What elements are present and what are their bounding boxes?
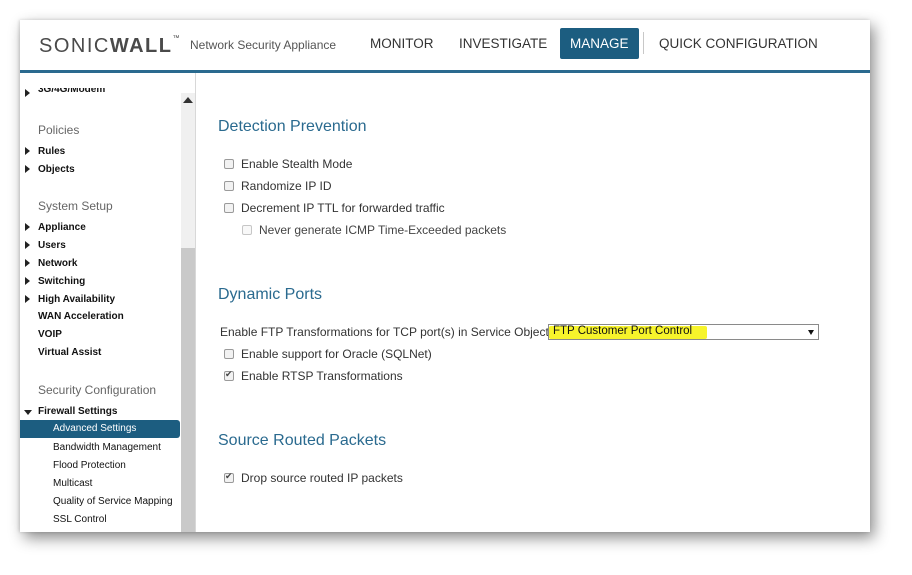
sidebar-item-bandwidth-management[interactable]: Bandwidth Management xyxy=(53,442,161,453)
section-title-detection-prevention: Detection Prevention xyxy=(218,118,367,135)
chevron-down-icon[interactable] xyxy=(808,330,814,335)
label-ftp-transformations: Enable FTP Transformations for TCP port(… xyxy=(220,325,553,339)
app-window: SONICWALL™ Network Security Appliance MO… xyxy=(20,20,870,532)
checkbox-oracle-sqlnet[interactable] xyxy=(224,349,234,359)
label-drop-source-routed: Drop source routed IP packets xyxy=(241,471,403,485)
sidebar-item-rules[interactable]: Rules xyxy=(38,146,65,157)
sidebar-item-network[interactable]: Network xyxy=(38,258,77,269)
sidebar-item-advanced-settings[interactable]: Advanced Settings xyxy=(20,420,180,438)
logo-trademark: ™ xyxy=(172,35,180,42)
sidebar-item-objects[interactable]: Objects xyxy=(38,164,75,175)
ftp-service-object-select[interactable]: FTP Customer Port Control xyxy=(548,324,819,340)
expand-arrow-icon[interactable] xyxy=(25,165,30,173)
collapse-arrow-icon[interactable] xyxy=(24,410,32,415)
nav-divider xyxy=(643,32,644,54)
product-subtitle: Network Security Appliance xyxy=(190,38,337,52)
sidebar-item-flood-protection[interactable]: Flood Protection xyxy=(53,460,126,471)
sidebar-item-multicast[interactable]: Multicast xyxy=(53,478,92,489)
label-enable-stealth-mode: Enable Stealth Mode xyxy=(241,157,353,171)
checkbox-never-generate-icmp[interactable] xyxy=(242,225,252,235)
expand-arrow-icon[interactable] xyxy=(25,147,30,155)
section-title-source-routed-packets: Source Routed Packets xyxy=(218,432,387,449)
top-navigation-bar: SONICWALL™ Network Security Appliance MO… xyxy=(20,20,870,73)
sidebar-heading-security-configuration: Security Configuration xyxy=(38,383,157,397)
sidebar-heading-policies: Policies xyxy=(38,123,80,137)
expand-arrow-icon[interactable] xyxy=(25,295,30,303)
nav-quick-configuration[interactable]: QUICK CONFIGURATION xyxy=(649,28,828,59)
sidebar-item-virtual-assist[interactable]: Virtual Assist xyxy=(38,347,101,358)
logo-prefix: SONIC xyxy=(39,35,110,57)
sidebar-heading-system-setup: System Setup xyxy=(38,199,113,213)
sidebar-item-high-availability[interactable]: High Availability xyxy=(38,294,115,305)
checkbox-randomize-ip-id[interactable] xyxy=(224,181,234,191)
sidebar: 3G/4G/Modem Policies Rules Objects Syste… xyxy=(20,73,200,532)
sidebar-item-users[interactable]: Users xyxy=(38,240,66,251)
sidebar-item-switching[interactable]: Switching xyxy=(38,276,85,287)
checkbox-rtsp-transformations[interactable] xyxy=(224,369,234,381)
label-randomize-ip-id: Randomize IP ID xyxy=(241,179,332,193)
label-rtsp-transformations: Enable RTSP Transformations xyxy=(241,369,403,383)
nav-monitor[interactable]: MONITOR xyxy=(360,28,444,59)
sonicwall-logo[interactable]: SONICWALL™ xyxy=(39,35,180,58)
expand-arrow-icon[interactable] xyxy=(25,223,30,231)
sidebar-divider xyxy=(195,73,196,532)
sidebar-item-ssl-control[interactable]: SSL Control xyxy=(53,514,107,525)
sidebar-item-qos-mapping[interactable]: Quality of Service Mapping xyxy=(53,496,173,507)
sidebar-item-wan-acceleration[interactable]: WAN Acceleration xyxy=(38,311,124,322)
expand-arrow-icon[interactable] xyxy=(25,259,30,267)
label-never-generate-icmp: Never generate ICMP Time-Exceeded packet… xyxy=(259,223,507,237)
expand-arrow-icon[interactable] xyxy=(25,89,30,97)
sidebar-item-label: Advanced Settings xyxy=(53,423,137,434)
sidebar-item-appliance[interactable]: Appliance xyxy=(38,222,86,233)
expand-arrow-icon[interactable] xyxy=(25,277,30,285)
label-oracle-sqlnet: Enable support for Oracle (SQLNet) xyxy=(241,347,432,361)
label-decrement-ip-ttl: Decrement IP TTL for forwarded traffic xyxy=(241,201,445,215)
sidebar-item-firewall-settings[interactable]: Firewall Settings xyxy=(38,406,117,417)
nav-investigate[interactable]: INVESTIGATE xyxy=(449,28,557,59)
checkbox-decrement-ip-ttl[interactable] xyxy=(224,203,234,213)
sidebar-scrollbar-thumb[interactable] xyxy=(181,248,195,532)
checkbox-enable-stealth-mode[interactable] xyxy=(224,159,234,169)
nav-manage[interactable]: MANAGE xyxy=(560,28,639,59)
section-title-dynamic-ports: Dynamic Ports xyxy=(218,286,323,303)
checkbox-drop-source-routed[interactable] xyxy=(224,471,234,483)
expand-arrow-icon[interactable] xyxy=(25,241,30,249)
sidebar-item-voip[interactable]: VOIP xyxy=(38,329,62,340)
scroll-up-arrow-icon[interactable] xyxy=(183,97,193,103)
ftp-service-object-value: FTP Customer Port Control xyxy=(553,325,693,337)
sidebar-item-3g-4g-modem[interactable]: 3G/4G/Modem xyxy=(38,88,105,95)
logo-suffix: WALL xyxy=(109,35,173,57)
